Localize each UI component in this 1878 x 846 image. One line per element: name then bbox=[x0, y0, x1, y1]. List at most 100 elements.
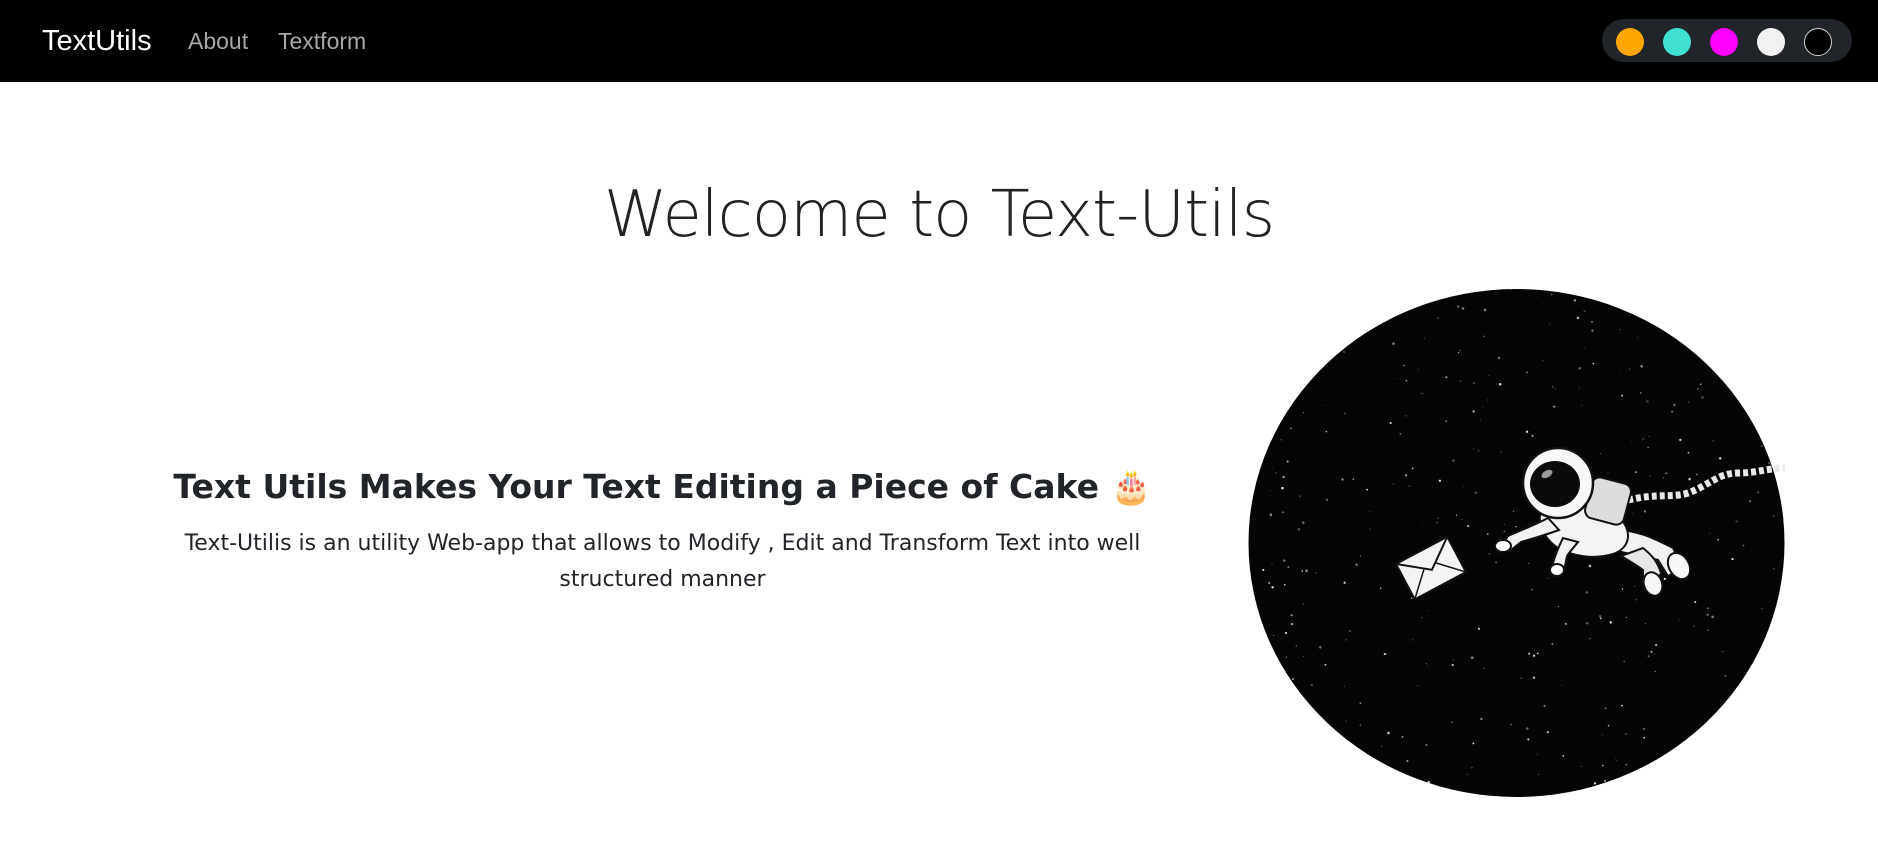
star bbox=[1276, 293, 1279, 296]
star bbox=[1282, 511, 1284, 514]
star bbox=[1761, 445, 1763, 447]
star bbox=[1781, 294, 1784, 297]
star bbox=[1420, 616, 1423, 619]
star bbox=[1706, 613, 1709, 616]
star bbox=[1673, 403, 1676, 407]
star bbox=[1286, 460, 1289, 463]
star bbox=[1751, 779, 1753, 782]
theme-swatch-whitesmoke[interactable] bbox=[1757, 28, 1785, 56]
star bbox=[1487, 399, 1488, 401]
star bbox=[1387, 731, 1390, 735]
star bbox=[1290, 622, 1294, 626]
star bbox=[1669, 302, 1673, 306]
star bbox=[1666, 793, 1668, 795]
star bbox=[1335, 788, 1337, 791]
star bbox=[1262, 568, 1265, 572]
star bbox=[1325, 498, 1329, 502]
star bbox=[1599, 453, 1601, 454]
star bbox=[1283, 398, 1287, 402]
star bbox=[1599, 617, 1602, 620]
star bbox=[1640, 365, 1643, 368]
star bbox=[1310, 356, 1312, 359]
star bbox=[1766, 662, 1768, 665]
star bbox=[1722, 749, 1725, 752]
star bbox=[1573, 299, 1577, 302]
star bbox=[1286, 704, 1289, 707]
star bbox=[1430, 788, 1431, 790]
star bbox=[1546, 731, 1549, 734]
star bbox=[1701, 396, 1704, 399]
star bbox=[1251, 709, 1254, 713]
star bbox=[1281, 486, 1284, 490]
star bbox=[1553, 405, 1556, 408]
star bbox=[1324, 404, 1326, 406]
star bbox=[1403, 364, 1405, 367]
star bbox=[1302, 521, 1305, 524]
star bbox=[1672, 768, 1675, 771]
star bbox=[1609, 621, 1612, 624]
star bbox=[1488, 375, 1490, 377]
star bbox=[1275, 472, 1277, 474]
star bbox=[1585, 591, 1588, 594]
nav-link-textform[interactable]: Textform bbox=[278, 26, 366, 56]
star bbox=[1621, 588, 1624, 590]
star bbox=[1267, 334, 1269, 336]
star bbox=[1426, 665, 1428, 667]
star bbox=[1297, 385, 1299, 388]
star bbox=[1510, 289, 1512, 290]
theme-swatch-turquoise[interactable] bbox=[1663, 28, 1691, 56]
theme-swatch-orange[interactable] bbox=[1616, 28, 1644, 56]
star bbox=[1619, 373, 1621, 375]
star bbox=[1643, 728, 1645, 730]
star bbox=[1319, 646, 1322, 649]
star bbox=[1650, 650, 1653, 653]
nav-link-about[interactable]: About bbox=[188, 26, 248, 56]
star bbox=[1275, 731, 1278, 734]
star bbox=[1268, 781, 1271, 785]
star bbox=[1380, 745, 1383, 748]
star bbox=[1643, 736, 1646, 739]
star bbox=[1445, 376, 1448, 379]
star bbox=[1615, 757, 1617, 760]
star bbox=[1782, 496, 1785, 500]
star bbox=[1299, 430, 1301, 431]
star bbox=[1599, 615, 1602, 618]
star bbox=[1340, 296, 1342, 298]
star bbox=[1283, 583, 1286, 586]
star bbox=[1616, 760, 1617, 762]
star bbox=[1748, 500, 1752, 503]
star bbox=[1643, 510, 1647, 513]
star bbox=[1710, 744, 1712, 745]
brand-link[interactable]: TextUtils bbox=[42, 22, 152, 60]
star bbox=[1725, 756, 1726, 758]
star bbox=[1314, 571, 1317, 574]
star bbox=[1547, 577, 1549, 579]
star bbox=[1479, 419, 1481, 421]
star bbox=[1412, 639, 1414, 641]
star bbox=[1295, 645, 1297, 647]
star bbox=[1401, 735, 1404, 738]
star bbox=[1639, 391, 1642, 394]
star bbox=[1660, 764, 1663, 767]
star bbox=[1542, 360, 1544, 362]
star bbox=[1694, 601, 1697, 604]
star bbox=[1627, 295, 1629, 298]
star bbox=[1292, 678, 1294, 680]
star bbox=[1379, 587, 1382, 590]
star bbox=[1550, 293, 1553, 296]
theme-swatch-black[interactable] bbox=[1804, 28, 1832, 56]
star bbox=[1663, 577, 1666, 581]
star bbox=[1679, 438, 1682, 442]
star bbox=[1593, 782, 1597, 785]
star bbox=[1264, 782, 1266, 784]
star bbox=[1654, 670, 1656, 673]
star bbox=[1280, 438, 1283, 441]
star bbox=[1607, 725, 1610, 727]
star bbox=[1709, 772, 1712, 774]
star bbox=[1519, 673, 1521, 674]
theme-swatch-magenta[interactable] bbox=[1710, 28, 1738, 56]
star bbox=[1453, 660, 1454, 661]
hero-image bbox=[1248, 288, 1785, 798]
star bbox=[1336, 335, 1339, 339]
star bbox=[1266, 345, 1268, 347]
